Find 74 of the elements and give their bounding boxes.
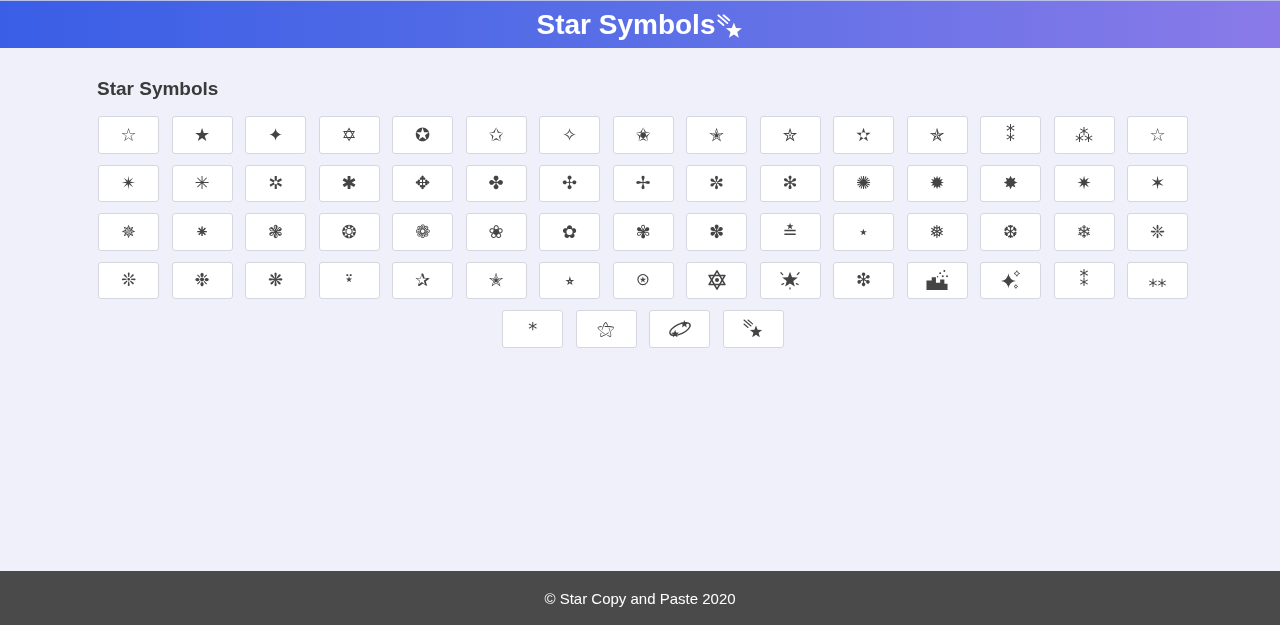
- symbol-button[interactable]: ✢: [612, 164, 674, 202]
- symbol-button[interactable]: ✶: [1127, 164, 1188, 202]
- symbol-button[interactable]: ✥: [392, 164, 453, 202]
- symbol-button[interactable]: ✪: [392, 116, 453, 154]
- symbol-button[interactable]: ⁎⁎: [1127, 261, 1188, 299]
- symbol-button[interactable]: ✲: [245, 164, 306, 202]
- symbol-button[interactable]: ⚝: [575, 310, 637, 348]
- symbol-button[interactable]: [686, 261, 747, 299]
- symbol-button[interactable]: ❀: [465, 213, 527, 251]
- shooting-star-icon: [717, 13, 744, 40]
- symbol-button[interactable]: [980, 261, 1041, 299]
- symbol-button[interactable]: ✬: [612, 116, 674, 154]
- symbol-button[interactable]: ✩: [465, 116, 527, 154]
- copyright-text: © Star Copy and Paste 2020: [544, 589, 736, 607]
- symbol-button[interactable]: ✹: [906, 164, 968, 202]
- symbol-button[interactable]: ✸: [980, 164, 1041, 202]
- symbol-button[interactable]: ✱: [318, 164, 380, 202]
- page-title: Star Symbols: [536, 7, 716, 42]
- symbol-button[interactable]: ❃: [245, 213, 306, 251]
- symbol-button[interactable]: ≛: [759, 213, 821, 251]
- symbol-button[interactable]: [906, 261, 968, 299]
- symbol-button[interactable]: ☆: [98, 116, 159, 154]
- symbol-button[interactable]: ✺: [833, 164, 894, 202]
- symbol-button[interactable]: ✮: [759, 116, 821, 154]
- symbol-button[interactable]: ⋆: [833, 213, 894, 251]
- city-night-icon: [925, 270, 949, 291]
- symbol-button[interactable]: ⁂: [1053, 116, 1115, 154]
- symbol-button[interactable]: ☆: [1127, 116, 1188, 154]
- symbol-button[interactable]: ✫: [833, 116, 894, 154]
- symbol-button[interactable]: ❇: [833, 261, 894, 299]
- symbol-button[interactable]: ★: [171, 116, 233, 154]
- symbol-button[interactable]: ✷: [1053, 164, 1115, 202]
- symbol-button[interactable]: [759, 261, 821, 299]
- symbol-button[interactable]: ✾: [612, 213, 674, 251]
- symbol-button[interactable]: ✣: [539, 164, 600, 202]
- glowing-star-icon: [780, 270, 800, 291]
- symbol-button[interactable]: ✰: [392, 261, 453, 299]
- symbol-button[interactable]: ❉: [171, 261, 233, 299]
- symbol-button[interactable]: ✻: [759, 164, 821, 202]
- sparkles-icon: [1000, 270, 1021, 291]
- hexagram-icon: [706, 270, 727, 291]
- symbol-button[interactable]: ✼: [686, 164, 747, 202]
- symbol-button[interactable]: ❅: [906, 213, 968, 251]
- symbol-button[interactable]: ✧: [539, 116, 600, 154]
- symbol-button[interactable]: ✽: [686, 213, 747, 251]
- symbol-button[interactable]: ✭: [465, 261, 527, 299]
- symbol-button[interactable]: ⍣: [318, 261, 380, 299]
- symbol-button[interactable]: [722, 310, 784, 348]
- symbol-button[interactable]: ✤: [465, 164, 527, 202]
- symbol-button[interactable]: ✴: [98, 164, 159, 202]
- symbol-button[interactable]: ❄: [1053, 213, 1115, 251]
- symbol-button[interactable]: ✡: [318, 116, 380, 154]
- symbol-button[interactable]: ❈: [1127, 213, 1188, 251]
- symbol-button[interactable]: ⁑: [980, 116, 1041, 154]
- symbol-button[interactable]: ⁑: [1053, 261, 1115, 299]
- symbol-button[interactable]: ✭: [686, 116, 747, 154]
- symbol-button[interactable]: ✵: [98, 213, 159, 251]
- symbol-button[interactable]: ❋: [245, 261, 306, 299]
- symbol-button[interactable]: ❁: [392, 213, 453, 251]
- orbiting-stars-icon: [667, 318, 692, 339]
- symbol-button[interactable]: [649, 310, 711, 348]
- symbol-button[interactable]: *: [502, 310, 564, 348]
- symbol-button[interactable]: ✯: [906, 116, 968, 154]
- section-heading: Star Symbols: [97, 77, 219, 101]
- symbol-button[interactable]: ⍟: [612, 261, 674, 299]
- symbol-button[interactable]: ⁕: [171, 213, 233, 251]
- symbol-button[interactable]: ✳: [171, 164, 233, 202]
- symbol-button[interactable]: ✦: [245, 116, 306, 154]
- symbol-button[interactable]: ❂: [318, 213, 380, 251]
- symbol-button[interactable]: ✿: [539, 213, 600, 251]
- symbol-button[interactable]: ⭒: [539, 261, 600, 299]
- symbol-button[interactable]: ❊: [98, 261, 159, 299]
- symbol-button[interactable]: ❆: [980, 213, 1041, 251]
- shooting-star-icon: [743, 318, 764, 339]
